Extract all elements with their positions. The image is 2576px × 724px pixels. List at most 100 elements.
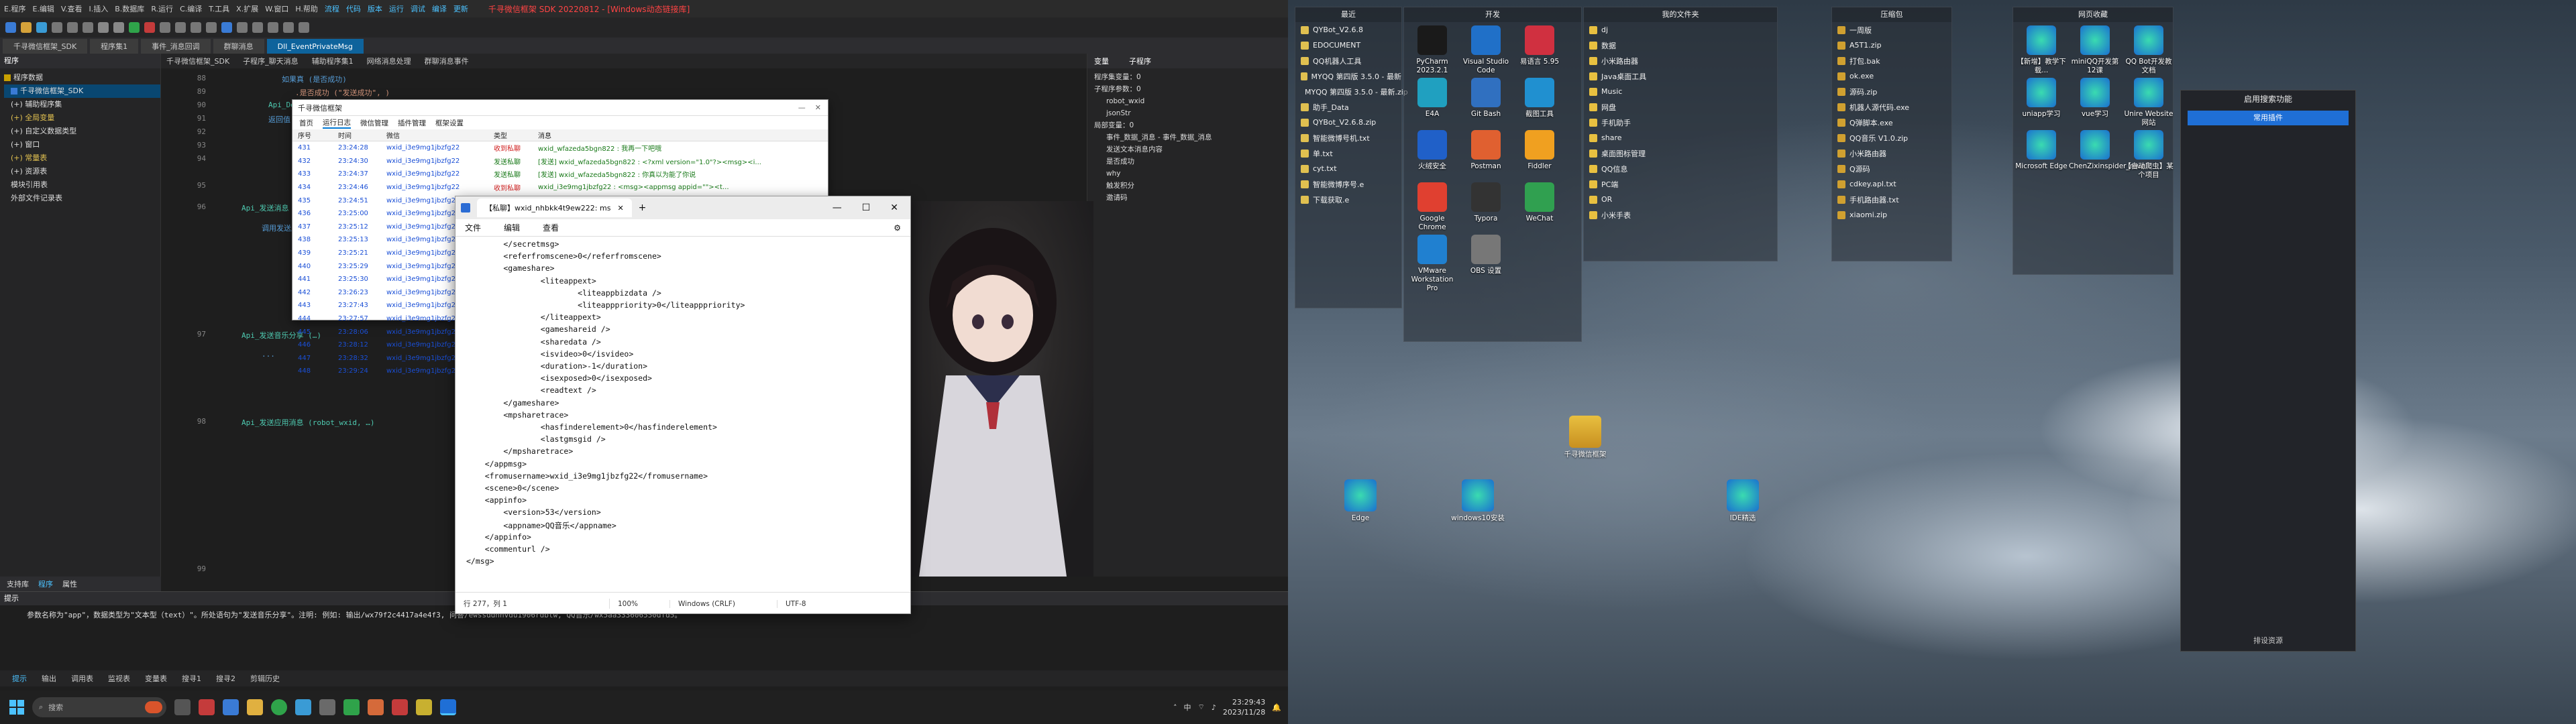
desktop-icon[interactable]: Visual Studio Code xyxy=(1460,25,1512,75)
editor-subtab[interactable]: 群聊消息事件 xyxy=(425,56,469,66)
step-over-icon[interactable] xyxy=(175,22,186,33)
clock[interactable]: 23:29:43 2023/11/28 xyxy=(1223,697,1265,717)
desktop-icon[interactable]: Git Bash xyxy=(1460,78,1512,119)
menu-compile[interactable]: C.编译 xyxy=(180,3,202,14)
var-item[interactable]: 是否成功 xyxy=(1094,156,1288,168)
chevron-up-icon[interactable]: ˄ xyxy=(1173,703,1177,712)
app-icon[interactable] xyxy=(223,699,239,715)
tree-item[interactable]: (+) 资源表 xyxy=(4,165,160,178)
outdent-icon[interactable] xyxy=(283,22,294,33)
ime-indicator[interactable]: 中 xyxy=(1184,702,1191,713)
find-icon[interactable] xyxy=(191,22,201,33)
output-tab[interactable]: 监视表 xyxy=(108,673,130,684)
desktop-icon[interactable]: E4A xyxy=(1406,78,1458,119)
notepad-tab[interactable]: 【私聊】wxid_nhbkk4t9ew222: ms ✕ xyxy=(477,198,632,217)
fence-item[interactable]: QYBot_V2.6.8 xyxy=(1295,22,1401,38)
explorer-icon[interactable] xyxy=(247,699,263,715)
desktop-icon[interactable]: uniapp学习 xyxy=(2015,78,2068,119)
fence-item[interactable]: QQ信息 xyxy=(1584,161,1777,176)
task-view-icon[interactable] xyxy=(174,699,191,715)
desktop-icon[interactable]: QQ Bot开发教文档 xyxy=(2123,25,2175,75)
tab-program[interactable]: 程序 xyxy=(38,579,53,589)
var-item[interactable]: why xyxy=(1094,168,1288,180)
log-row[interactable]: 431 23:24:28 wxid_i3e9mg1jbzfg22 收到私聊 wxid_w… xyxy=(292,141,828,155)
tree-item[interactable]: 模块引用表 xyxy=(4,178,160,192)
fence-item[interactable]: 一周版 xyxy=(1832,22,1951,38)
framework-menu-item[interactable]: 框架设置 xyxy=(435,118,464,128)
tree-item[interactable]: 千寻微信框架_SDK xyxy=(4,84,160,98)
editor-subtab[interactable]: 网络消息处理 xyxy=(367,56,411,66)
desktop-icon[interactable]: PyCharm 2023.2.1 xyxy=(1406,25,1458,75)
volume-icon[interactable]: ♪ xyxy=(1212,703,1216,712)
fence-item[interactable]: 小米手表 xyxy=(1584,207,1777,223)
var-item[interactable]: 程序集变量：0 xyxy=(1094,71,1288,83)
save-icon[interactable] xyxy=(36,22,47,33)
fence-item[interactable]: 下载获取.e xyxy=(1295,192,1401,207)
menu-compile2[interactable]: 编译 xyxy=(432,3,447,14)
windows-start-icon[interactable] xyxy=(9,700,24,715)
col-header[interactable]: 消息 xyxy=(533,130,821,140)
framework-menu-item[interactable]: 插件管理 xyxy=(398,118,426,128)
desktop-icon[interactable]: 【新增】教学下载... xyxy=(2015,25,2068,75)
menu-edit[interactable]: 编辑 xyxy=(504,222,520,233)
var-item[interactable]: 邀请码 xyxy=(1094,192,1288,204)
desktop-icon[interactable]: Edge xyxy=(1332,479,1389,523)
tab-properties[interactable]: 属性 xyxy=(62,579,77,589)
fence-item[interactable]: Q弹脚本.exe xyxy=(1832,115,1951,130)
tree-item[interactable]: (+) 辅助程序集 xyxy=(4,98,160,111)
fence-item[interactable]: 小米路由器 xyxy=(1832,145,1951,161)
chrome-icon[interactable] xyxy=(271,699,287,715)
menu-view[interactable]: V.查看 xyxy=(61,3,83,14)
var-item[interactable]: 局部变量：0 xyxy=(1094,119,1288,131)
desktop-icon[interactable]: Google Chrome xyxy=(1406,182,1458,232)
minimize-icon[interactable]: — xyxy=(833,202,842,213)
close-tab-icon[interactable]: ✕ xyxy=(617,204,623,213)
desktop-icon[interactable]: ChenZixinspider_reve... xyxy=(2069,130,2152,171)
tree-item[interactable]: (+) 自定义数据类型 xyxy=(4,125,160,138)
desktop-icon[interactable]: 截图工具 xyxy=(1513,78,1566,119)
menu-window[interactable]: W.窗口 xyxy=(265,3,288,14)
col-header[interactable]: 类型 xyxy=(488,130,533,140)
fence-item[interactable]: 单.txt xyxy=(1295,145,1401,161)
notification-icon[interactable]: 🔔 xyxy=(1272,703,1281,712)
settings-icon[interactable]: ⚙ xyxy=(894,223,901,233)
desktop-icon[interactable]: 【自动爬虫】某个项目 xyxy=(2123,130,2175,180)
launcher-button[interactable]: 常用插件 xyxy=(2188,111,2349,125)
minimize-icon[interactable]: — xyxy=(798,103,806,112)
close-icon[interactable]: ✕ xyxy=(815,103,821,112)
desktop-icon[interactable]: 千寻微信框架 xyxy=(1556,416,1614,459)
var-item[interactable]: 触发积分 xyxy=(1094,180,1288,192)
tree-item[interactable]: 程序数据 xyxy=(4,71,160,84)
new-icon[interactable] xyxy=(5,22,16,33)
fence-item[interactable]: 源码.zip xyxy=(1832,84,1951,99)
indent-icon[interactable] xyxy=(268,22,278,33)
menu-tools[interactable]: T.工具 xyxy=(209,3,229,14)
menu-edit[interactable]: E.编辑 xyxy=(32,3,54,14)
notepad-task-icon[interactable] xyxy=(440,699,456,715)
menu-version[interactable]: 版本 xyxy=(368,3,382,14)
menu-update[interactable]: 更新 xyxy=(453,3,468,14)
maximize-icon[interactable]: ☐ xyxy=(862,202,871,213)
fence-item[interactable]: QQ机器人工具 xyxy=(1295,53,1401,68)
wechat-icon[interactable] xyxy=(343,699,360,715)
notepad-text-area[interactable]: </secretmsg> <referfromscene>0</referfro… xyxy=(455,237,910,592)
fence-item[interactable]: OR xyxy=(1584,192,1777,207)
output-tab[interactable]: 调用表 xyxy=(71,673,93,684)
var-item[interactable]: 子程序参数：0 xyxy=(1094,83,1288,95)
edge-icon[interactable] xyxy=(295,699,311,715)
open-icon[interactable] xyxy=(21,22,32,33)
desktop-icon[interactable]: 易语言 5.95 xyxy=(1513,25,1566,66)
desktop-icon[interactable]: Postman xyxy=(1460,130,1512,171)
menu-run[interactable]: R.运行 xyxy=(151,3,173,14)
cut-icon[interactable] xyxy=(52,22,62,33)
log-row[interactable]: 432 23:24:30 wxid_i3e9mg1jbzfg22 发送私聊 [发送] w… xyxy=(292,155,828,168)
app-icon[interactable] xyxy=(416,699,432,715)
fence-item[interactable]: 小米路由器 xyxy=(1584,53,1777,68)
desktop-icon[interactable]: Fiddler xyxy=(1513,130,1566,171)
launcher-footer[interactable]: 排设资源 xyxy=(2181,635,2355,646)
fence-item[interactable]: QQ音乐 V1.0.zip xyxy=(1832,130,1951,145)
fence-item[interactable]: xiaomi.zip xyxy=(1832,207,1951,223)
comment-icon[interactable] xyxy=(299,22,309,33)
format-icon[interactable] xyxy=(252,22,263,33)
tree-item[interactable]: 外部文件记录表 xyxy=(4,192,160,205)
